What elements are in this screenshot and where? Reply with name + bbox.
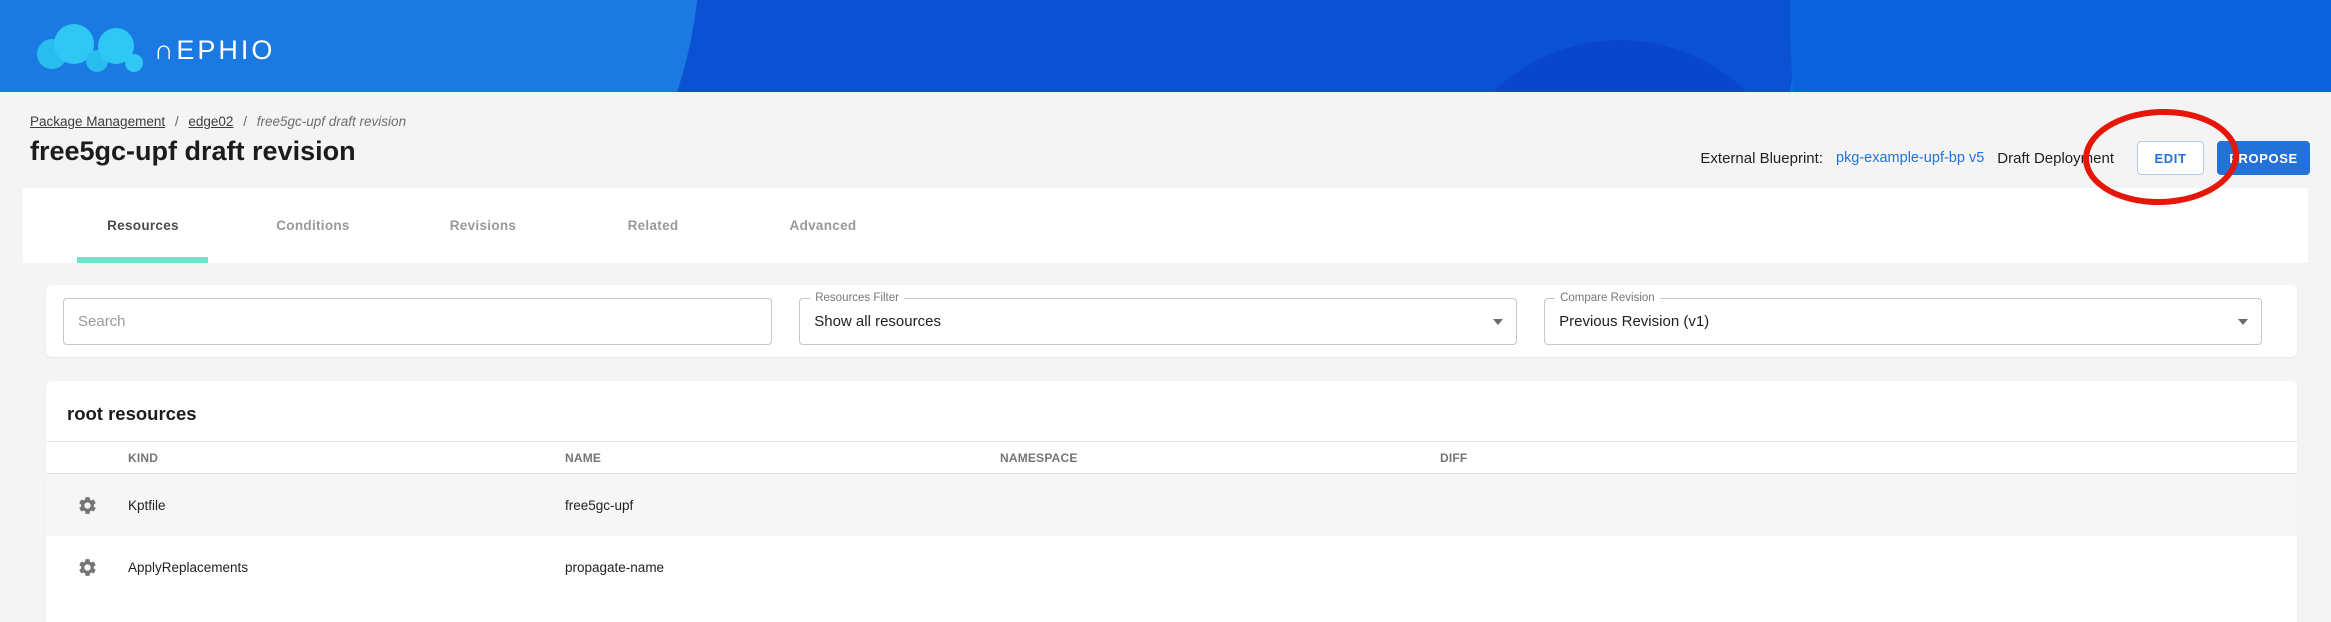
column-header-kind: KIND [128, 451, 565, 465]
column-header-namespace: NAMESPACE [1000, 451, 1440, 465]
column-header-diff: DIFF [1440, 451, 2297, 465]
cell-kind: Kptfile [128, 498, 565, 513]
table-title: root resources [46, 381, 2297, 441]
tab-conditions[interactable]: Conditions [228, 218, 398, 233]
root-resources-card: root resources KIND NAME NAMESPACE DIFF … [46, 381, 2297, 622]
tab-advanced[interactable]: Advanced [738, 218, 908, 233]
cell-name: free5gc-upf [565, 498, 1000, 513]
tab-bar: Resources Conditions Revisions Related A… [23, 188, 2308, 263]
tab-revisions[interactable]: Revisions [398, 218, 568, 233]
blueprint-link[interactable]: pkg-example-upf-bp v5 [1836, 150, 1984, 166]
breadcrumb-separator: / [243, 114, 247, 129]
external-blueprint-label: External Blueprint: [1700, 150, 1823, 167]
logo-wordmark: ∩EPHIO [154, 35, 275, 66]
chevron-down-icon [1493, 319, 1503, 325]
breadcrumb-package-management[interactable]: Package Management [30, 114, 165, 129]
app-header: ∩EPHIO [0, 0, 2331, 92]
cell-name: propagate-name [565, 560, 1000, 575]
tab-related[interactable]: Related [568, 218, 738, 233]
table-header-row: KIND NAME NAMESPACE DIFF [46, 441, 2297, 474]
search-input[interactable] [63, 298, 772, 345]
table-row[interactable]: Kptfile free5gc-upf [46, 474, 2297, 536]
status-badge: Draft Deployment [1997, 150, 2114, 167]
breadcrumb-current: free5gc-upf draft revision [257, 114, 406, 129]
gear-icon[interactable] [46, 557, 128, 578]
table-row[interactable]: ApplyReplacements propagate-name [46, 536, 2297, 598]
resources-filter-value: Show all resources [814, 313, 941, 330]
gear-icon[interactable] [46, 495, 128, 516]
header-actions: External Blueprint: pkg-example-upf-bp v… [1700, 141, 2310, 175]
nephio-logo[interactable]: ∩EPHIO [26, 14, 275, 80]
resources-filter-label: Resources Filter [810, 291, 904, 306]
breadcrumb: Package Management / edge02 / free5gc-up… [30, 114, 2331, 129]
active-tab-indicator [77, 257, 208, 263]
breadcrumb-edge02[interactable]: edge02 [188, 114, 233, 129]
tab-resources[interactable]: Resources [58, 218, 228, 233]
compare-revision-label: Compare Revision [1555, 291, 1660, 306]
breadcrumb-separator: / [175, 114, 179, 129]
resources-filter-select[interactable]: Resources Filter Show all resources [799, 298, 1517, 345]
nephio-bubbles-icon [26, 14, 144, 80]
propose-button[interactable]: PROPOSE [2217, 141, 2310, 175]
header-decor-circle [1790, 0, 2331, 92]
chevron-down-icon [2238, 319, 2248, 325]
filter-bar: Resources Filter Show all resources Comp… [46, 285, 2297, 357]
column-header-name: NAME [565, 451, 1000, 465]
cell-kind: ApplyReplacements [128, 560, 565, 575]
edit-button[interactable]: EDIT [2137, 141, 2204, 175]
compare-revision-value: Previous Revision (v1) [1559, 313, 1709, 330]
compare-revision-select[interactable]: Compare Revision Previous Revision (v1) [1544, 298, 2262, 345]
